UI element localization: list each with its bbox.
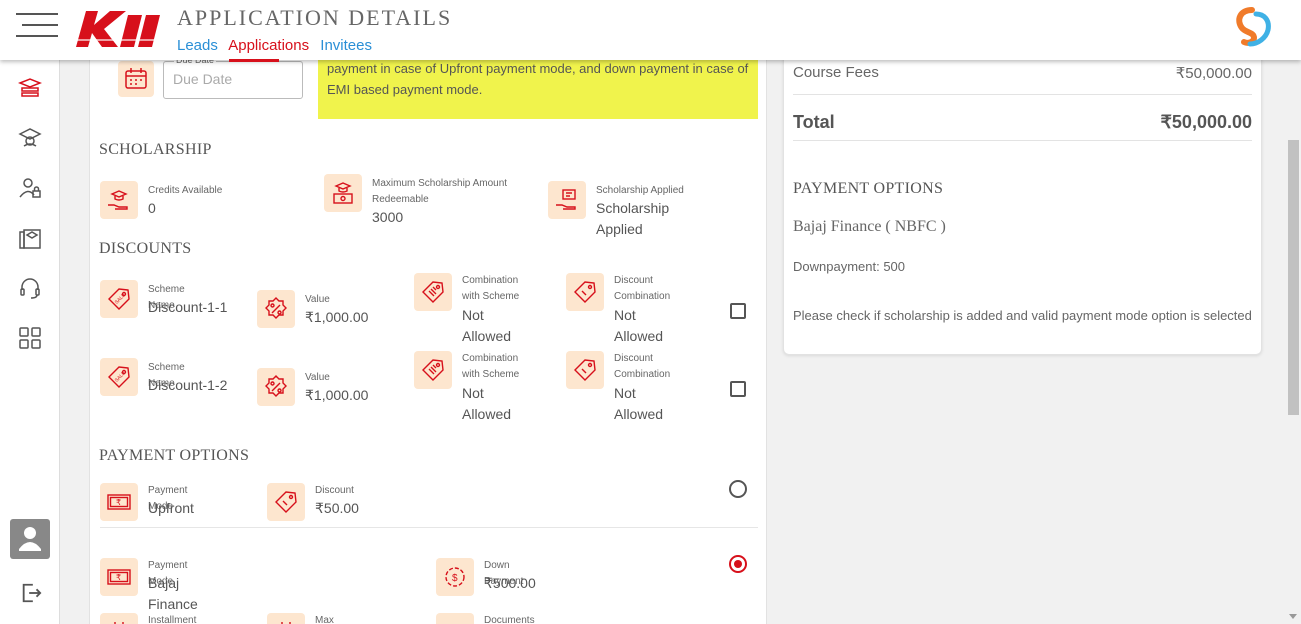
- discount-combination-value: Not Allowed: [614, 307, 664, 344]
- school-icon[interactable]: [18, 126, 42, 150]
- upfront-radio[interactable]: [729, 480, 747, 498]
- value-label: Value: [305, 294, 330, 305]
- credits-available-label: Credits Available: [148, 185, 223, 196]
- divider: [100, 527, 758, 528]
- tag-icon: [566, 273, 604, 311]
- dashboard-grid-icon[interactable]: [18, 326, 42, 350]
- scheme-name-value: Discount-1-1: [148, 299, 228, 315]
- receipt-tag-icon: [414, 351, 452, 389]
- credits-available-value: 0: [148, 200, 156, 216]
- downpayment-text: Downpayment: 500: [793, 259, 906, 274]
- due-date-input[interactable]: [173, 71, 293, 87]
- combination-with-scheme-label: Combination with Scheme: [462, 353, 520, 380]
- tag-icon: [267, 483, 305, 521]
- document-icon: [436, 613, 474, 624]
- dollar-cycle-icon: $: [436, 558, 474, 596]
- payment-options-title: PAYMENT OPTIONS: [99, 447, 250, 464]
- discounts-title: DISCOUNTS: [99, 240, 192, 257]
- scroll-thumb[interactable]: [1288, 140, 1299, 415]
- calendar-icon: [125, 68, 147, 89]
- finance-provider: Bajaj Finance ( NBFC ): [793, 218, 946, 235]
- percent-badge-icon: [257, 290, 295, 328]
- max-installments-label: Max Installments: [315, 615, 334, 624]
- due-date-field[interactable]: Due Date: [163, 55, 303, 99]
- user-icon: [19, 527, 41, 551]
- brand-logo-icon: [1236, 7, 1271, 47]
- down-payment-value: ₹500.00: [484, 575, 536, 591]
- sale-tag-icon: SALE: [100, 280, 138, 318]
- headset-icon[interactable]: [18, 276, 42, 300]
- discount-combination-label: Discount Combination: [614, 353, 671, 380]
- scholarship-applied-value: Scholarship Applied: [596, 200, 670, 237]
- finance-radio[interactable]: [729, 555, 747, 573]
- calendar-icon: [100, 613, 138, 624]
- application-form-card: Due Date Payment due date by which stude…: [89, 40, 767, 624]
- logout-icon[interactable]: [20, 582, 42, 604]
- divider: [793, 94, 1252, 95]
- top-header: APPLICATION DETAILS Leads Applications I…: [0, 0, 1301, 60]
- sidebar: [0, 60, 60, 624]
- rupee-note-icon: ₹: [100, 483, 138, 521]
- svg-text:$: $: [452, 573, 458, 584]
- due-date-icon-box: [118, 61, 154, 97]
- discount-row-2-checkbox[interactable]: [730, 381, 746, 397]
- user-lock-icon[interactable]: [18, 176, 42, 200]
- documents-label: Documents: [484, 615, 535, 624]
- combination-with-scheme-value: Not Allowed: [462, 385, 512, 422]
- scholarship-title: SCHOLARSHIP: [99, 141, 212, 158]
- scheme-name-value: Discount-1-2: [148, 377, 228, 393]
- hand-certificate-icon: [548, 181, 586, 219]
- summary-payment-options-title: PAYMENT OPTIONS: [793, 180, 944, 197]
- scholarship-applied-label: Scholarship Applied: [596, 185, 684, 196]
- graduation-cap-stack-icon[interactable]: [18, 76, 42, 100]
- value-value: ₹1,000.00: [305, 309, 369, 325]
- page-scrollbar[interactable]: [1286, 0, 1301, 624]
- course-fees-value: ₹50,000.00: [1175, 65, 1252, 82]
- total-value: ₹50,000.00: [1160, 112, 1252, 132]
- percent-badge-icon: [257, 368, 295, 406]
- cap-money-icon: [324, 174, 362, 212]
- page-title: APPLICATION DETAILS: [177, 5, 453, 30]
- nav-invitees[interactable]: Invitees: [320, 37, 372, 54]
- discount-combination-label: Discount Combination: [614, 275, 671, 302]
- total-row: Total ₹50,000.00: [793, 112, 1252, 133]
- total-label: Total: [793, 112, 835, 132]
- nav-leads[interactable]: Leads: [177, 37, 218, 54]
- max-scholarship-value: 3000: [372, 209, 404, 225]
- check-note: Please check if scholarship is added and…: [793, 308, 1252, 323]
- library-icon[interactable]: [18, 226, 42, 250]
- top-nav: Leads Applications Invitees: [177, 37, 379, 54]
- discount-label: Discount: [315, 485, 354, 496]
- rupee-note-icon: ₹: [100, 558, 138, 596]
- discount-value: ₹50.00: [315, 500, 359, 516]
- svg-text:₹: ₹: [116, 498, 121, 507]
- sale-tag-icon: SALE: [100, 358, 138, 396]
- receipt-tag-icon: [414, 273, 452, 311]
- installment-type-label: Installment Type: [148, 615, 197, 624]
- value-label: Value: [305, 372, 330, 383]
- course-fees-label: Course Fees: [793, 64, 879, 81]
- combination-with-scheme-value: Not Allowed: [462, 307, 512, 344]
- discount-row-1-checkbox[interactable]: [730, 303, 746, 319]
- kii-logo[interactable]: [76, 9, 164, 49]
- max-scholarship-label: Maximum Scholarship Amount Redeemable: [372, 178, 508, 205]
- combination-with-scheme-label: Combination with Scheme: [462, 275, 520, 302]
- payment-mode-value: Upfront: [148, 500, 194, 516]
- scroll-down-arrow-icon[interactable]: [1289, 614, 1297, 619]
- payment-mode-value: Bajaj Finance: [148, 575, 198, 612]
- hand-cap-icon: [100, 181, 138, 219]
- discount-combination-value: Not Allowed: [614, 385, 664, 422]
- active-tab-indicator: [229, 59, 279, 62]
- nav-applications[interactable]: Applications: [228, 37, 309, 54]
- avatar[interactable]: [10, 519, 50, 559]
- course-fees-row: Course Fees ₹50,000.00: [793, 64, 1252, 82]
- tag-icon: [566, 351, 604, 389]
- menu-icon[interactable]: [16, 13, 58, 39]
- fee-summary-card: Course Fees ₹50,000.00 Total ₹50,000.00 …: [783, 40, 1262, 355]
- divider: [793, 140, 1252, 141]
- calendar-icon: [267, 613, 305, 624]
- value-value: ₹1,000.00: [305, 387, 369, 403]
- svg-text:₹: ₹: [116, 573, 121, 582]
